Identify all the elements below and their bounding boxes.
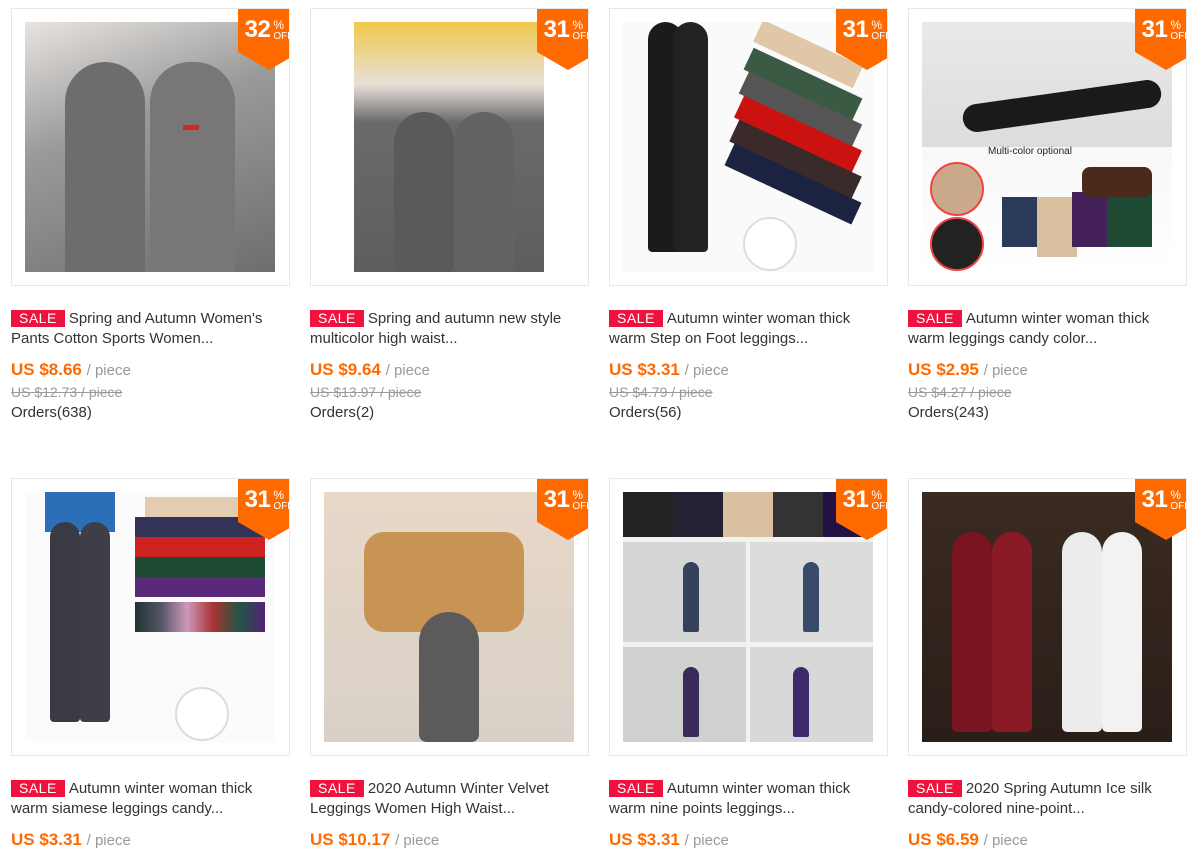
product-image[interactable]: 31 %OFF	[11, 478, 290, 756]
original-price: US $13.97 / piece	[310, 384, 422, 400]
product-title[interactable]: SALE Autumn winter woman thick warm leggi…	[908, 309, 1187, 349]
product-image[interactable]: 31 %OFF	[310, 8, 589, 286]
product-image[interactable]: 31 %OFF	[908, 478, 1187, 756]
product-photo	[354, 22, 544, 272]
sale-tag: SALE	[310, 780, 364, 797]
product-price: US $9.64 / piece	[310, 360, 430, 379]
discount-badge: 31 %OFF	[238, 479, 289, 540]
multi-color-label: Multi-color optional	[988, 146, 1072, 157]
product-card[interactable]: Multi-color optional 31 %OFF SALEAutumn …	[908, 8, 1187, 424]
order-count: Orders(243)	[908, 404, 989, 421]
product-card[interactable]: 31 %OFF SALESpring and autumn new style …	[310, 8, 589, 424]
product-title[interactable]: SALE Autumn winter woman thick warm siame…	[11, 779, 290, 819]
sale-tag: SALE	[609, 310, 663, 327]
discount-badge: 31 %OFF	[537, 9, 588, 70]
product-price: US $3.31 / piece	[609, 360, 729, 379]
product-title[interactable]: SALE 2020 Spring Autumn Ice silk candy-co…	[908, 779, 1187, 819]
sale-tag: SALE	[609, 780, 663, 797]
order-count: Orders(56)	[609, 404, 682, 421]
product-title[interactable]: SALE 2020 Autumn Winter Velvet Leggings W…	[310, 779, 589, 819]
product-title[interactable]: SALE Spring and Autumn Women's Pants Cott…	[11, 309, 290, 349]
product-price: US $10.17 / piece	[310, 830, 440, 849]
product-price: US $6.59 / piece	[908, 830, 1028, 849]
product-card[interactable]: 31 %OFF SALE2020 Spring Autumn Ice silk …	[908, 478, 1187, 852]
original-price: US $4.79 / piece	[609, 384, 713, 400]
sale-tag: SALE	[908, 780, 962, 797]
product-price: US $8.66 / piece	[11, 360, 131, 379]
sale-tag: SALE	[908, 310, 962, 327]
discount-badge: 31 %OFF	[1135, 9, 1186, 70]
order-count: Orders(638)	[11, 404, 92, 421]
discount-badge: 31 %OFF	[1135, 479, 1186, 540]
product-card[interactable]: 31 %OFF SALEAutumn winter woman thick wa…	[609, 8, 888, 424]
product-card[interactable]: 31 %OFF SALEAutumn winter woman thick wa…	[11, 478, 290, 852]
product-card[interactable]: 31 %OFF SALE2020 Autumn Winter Velvet Le…	[310, 478, 589, 852]
product-title[interactable]: SALE Spring and autumn new style multicol…	[310, 309, 589, 349]
order-count: Orders(2)	[310, 404, 375, 421]
product-price: US $3.31 / piece	[11, 830, 131, 849]
discount-badge: 31 %OFF	[537, 479, 588, 540]
product-image[interactable]: 32 %OFF	[11, 8, 290, 286]
discount-badge: 32 %OFF	[238, 9, 289, 70]
product-title[interactable]: SALE Autumn winter woman thick warm nine …	[609, 779, 888, 819]
sale-tag: SALE	[11, 780, 65, 797]
product-title[interactable]: SALE Autumn winter woman thick warm Step …	[609, 309, 888, 349]
product-image[interactable]: 31 %OFF	[609, 478, 888, 756]
product-card[interactable]: 31 %OFF SALEAutumn winter woman thick wa…	[609, 478, 888, 852]
product-image[interactable]: 31 %OFF	[609, 8, 888, 286]
product-card[interactable]: 32 %OFF SALESpring and Autumn Women's Pa…	[11, 8, 290, 424]
product-image[interactable]: Multi-color optional 31 %OFF	[908, 8, 1187, 286]
product-price: US $3.31 / piece	[609, 830, 729, 849]
product-image[interactable]: 31 %OFF	[310, 478, 589, 756]
original-price: US $4.27 / piece	[908, 384, 1012, 400]
discount-badge: 31 %OFF	[836, 9, 887, 70]
product-price: US $2.95 / piece	[908, 360, 1028, 379]
sale-tag: SALE	[11, 310, 65, 327]
original-price: US $12.73 / piece	[11, 384, 123, 400]
discount-badge: 31 %OFF	[836, 479, 887, 540]
sale-tag: SALE	[310, 310, 364, 327]
